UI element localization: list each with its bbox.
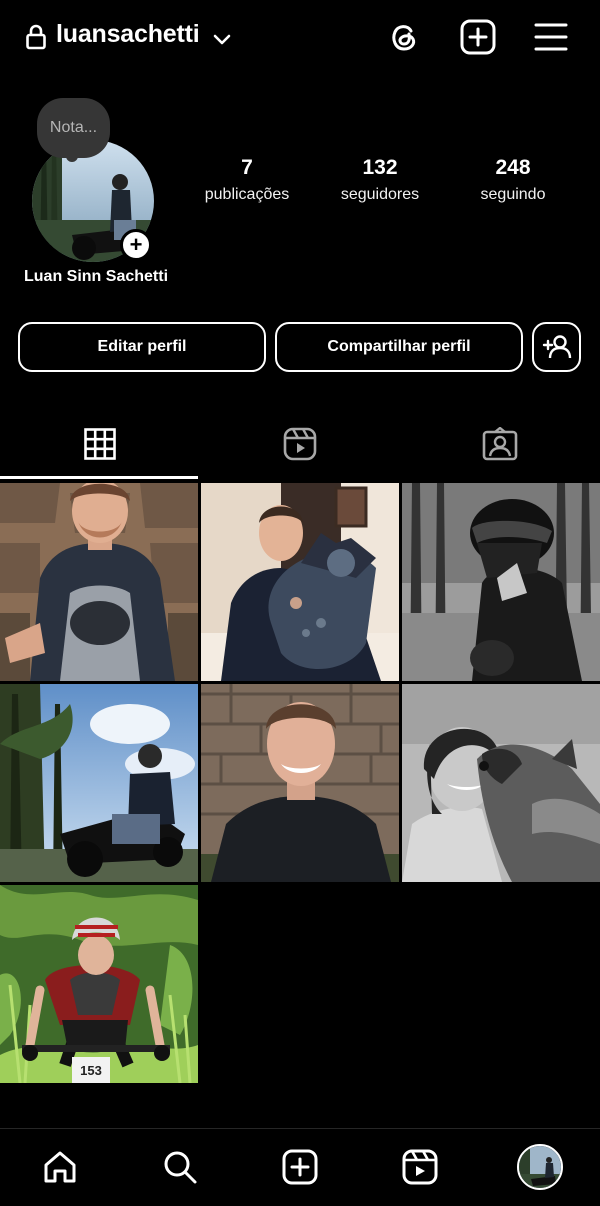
nav-create[interactable]: [276, 1143, 324, 1191]
bottom-navigation: [0, 1128, 600, 1206]
grid-icon: [84, 428, 116, 460]
lock-icon: [26, 24, 46, 50]
post-thumbnail[interactable]: 153: [0, 885, 198, 1083]
reels-icon: [402, 1149, 438, 1185]
edit-profile-button[interactable]: Editar perfil: [18, 322, 266, 372]
nav-profile[interactable]: [516, 1143, 564, 1191]
note-placeholder: Nota...: [49, 119, 98, 136]
stat-followers[interactable]: 132 seguidores: [330, 156, 430, 204]
chevron-down-icon[interactable]: [210, 27, 234, 51]
share-profile-button[interactable]: Compartilhar perfil: [275, 322, 523, 372]
add-person-icon: [542, 335, 571, 359]
tab-tagged[interactable]: [400, 408, 600, 480]
tab-reels[interactable]: [200, 408, 400, 480]
stat-label: seguindo: [480, 186, 546, 203]
stat-value: 7: [241, 156, 253, 179]
threads-icon[interactable]: [385, 18, 423, 56]
stat-value: 132: [362, 156, 398, 179]
profile-tabs: [0, 408, 600, 480]
create-icon: [282, 1149, 318, 1185]
stat-posts[interactable]: 7 publicações: [196, 156, 298, 204]
username-title[interactable]: luansachetti: [56, 20, 200, 49]
top-bar: luansachetti: [0, 0, 600, 78]
active-tab-indicator: [0, 476, 198, 479]
post-thumbnail[interactable]: [0, 684, 198, 882]
menu-icon[interactable]: [532, 18, 570, 56]
stat-following[interactable]: 248 seguindo: [468, 156, 558, 204]
add-story-button[interactable]: +: [120, 229, 152, 261]
stat-value: 248: [495, 156, 531, 179]
create-post-icon[interactable]: [459, 18, 497, 56]
post-thumbnail[interactable]: [402, 684, 600, 882]
nav-reels[interactable]: [396, 1143, 444, 1191]
nav-home[interactable]: [36, 1143, 84, 1191]
stat-label: publicações: [204, 186, 290, 203]
nav-search[interactable]: [156, 1143, 204, 1191]
note-bubble[interactable]: Nota...: [37, 98, 110, 158]
profile-full-name: Luan Sinn Sachetti: [24, 268, 169, 285]
reels-icon: [283, 427, 317, 461]
profile-avatar: [517, 1144, 563, 1190]
post-thumbnail[interactable]: [402, 483, 600, 681]
svg-text:153: 153: [80, 1063, 102, 1078]
post-thumbnail[interactable]: [201, 684, 399, 882]
post-thumbnail[interactable]: [201, 483, 399, 681]
home-icon: [44, 1151, 76, 1183]
tab-posts-grid[interactable]: [0, 408, 200, 480]
post-thumbnail[interactable]: [0, 483, 198, 681]
discover-people-button[interactable]: [532, 322, 581, 372]
stat-label: seguidores: [340, 186, 420, 203]
search-icon: [164, 1151, 197, 1184]
tagged-person-icon: [482, 427, 518, 461]
